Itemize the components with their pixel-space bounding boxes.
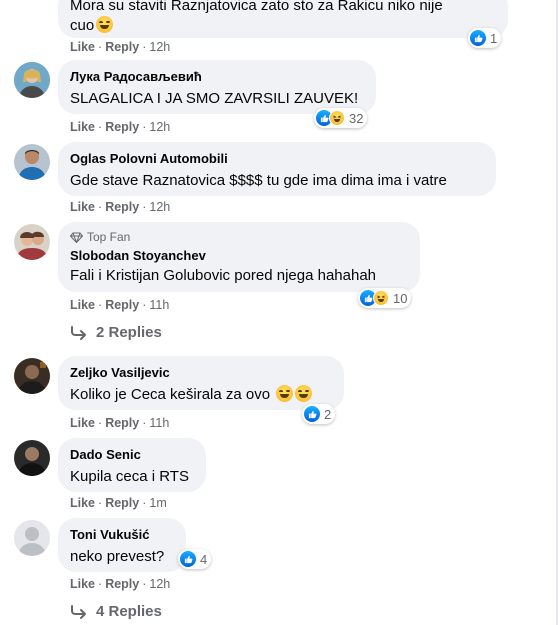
avatar[interactable] — [14, 520, 50, 556]
comment-text: Gde stave Raznatovica $$$$ tu gde ima di… — [70, 172, 447, 189]
comment-bubble: Mora su staviti Raznjatovica zato sto za… — [58, 0, 508, 38]
reply-arrow-icon — [71, 325, 86, 340]
avatar[interactable] — [14, 358, 50, 394]
comment-text: Mora su staviti Raznjatovica zato sto za… — [70, 0, 443, 14]
comment-author[interactable]: Toni Vukušić — [70, 526, 174, 543]
like-reaction-icon — [180, 551, 196, 567]
comment-author[interactable]: Oglas Polovni Automobili — [70, 150, 484, 167]
like-reaction-icon — [470, 30, 486, 46]
view-replies-link[interactable]: 4 Replies — [70, 603, 162, 620]
avatar[interactable] — [14, 224, 50, 260]
top-fan-badge[interactable]: Top Fan — [70, 230, 408, 245]
like-reaction-icon — [304, 406, 320, 422]
comment-text: SLAGALICA I JA SMO ZAVRSILI ZAUVEK! — [70, 90, 359, 107]
view-replies-link[interactable]: 2 Replies — [70, 324, 162, 341]
comment-actions: Like · Reply · 11h — [70, 298, 170, 312]
timestamp[interactable]: 12h — [149, 577, 170, 591]
like-button[interactable]: Like — [70, 200, 95, 214]
reply-button[interactable]: Reply — [105, 298, 139, 312]
comment-bubble: Toni Vukušić neko prevest? — [58, 518, 186, 572]
like-button[interactable]: Like — [70, 496, 95, 510]
reaction-count: 4 — [200, 551, 208, 567]
comment-bubble: Top Fan Slobodan Stoyanchev Fali i Krist… — [58, 222, 420, 292]
reaction-summary[interactable]: 1 — [468, 28, 502, 48]
timestamp[interactable]: 12h — [149, 40, 170, 54]
reaction-count: 10 — [393, 290, 408, 306]
reply-button[interactable]: Reply — [105, 496, 139, 510]
comment-actions: Like · Reply · 12h — [70, 120, 171, 134]
reaction-summary[interactable]: 4 — [178, 549, 212, 569]
comment-text: cuo — [70, 16, 496, 36]
diamond-icon — [70, 232, 83, 243]
comment-text: Kupila ceca i RTS — [70, 468, 189, 485]
timestamp[interactable]: 11h — [149, 298, 169, 312]
comment-text: neko prevest? — [70, 548, 165, 565]
like-button[interactable]: Like — [70, 120, 95, 134]
like-button[interactable]: Like — [70, 577, 95, 591]
haha-reaction-icon — [373, 290, 389, 306]
avatar[interactable] — [14, 440, 50, 476]
haha-reaction-icon — [329, 110, 345, 126]
grinning-squint-emoji — [96, 16, 114, 33]
avatar[interactable] — [14, 62, 50, 98]
reaction-summary[interactable]: 32 — [314, 108, 368, 128]
timestamp[interactable]: 12h — [149, 120, 170, 134]
comment-text: Fali i Kristijan Golubovic pored njega h… — [70, 267, 377, 284]
timestamp[interactable]: 11h — [149, 416, 169, 430]
reply-button[interactable]: Reply — [105, 40, 139, 54]
reply-button[interactable]: Reply — [105, 120, 139, 134]
comment-actions: Like · Reply · 12h — [70, 577, 171, 591]
like-button[interactable]: Like — [70, 298, 95, 312]
reply-button[interactable]: Reply — [105, 200, 139, 214]
comment-bubble: Oglas Polovni Automobili Gde stave Razna… — [58, 142, 496, 196]
reaction-summary[interactable]: 10 — [358, 288, 412, 308]
comment-text: Koliko je Ceca keširala za ovo — [70, 385, 332, 405]
comment-actions: Like · Reply · 1m — [70, 496, 167, 510]
comment-bubble: Лука Радосављевић SLAGALICA I JA SMO ZAV… — [58, 60, 376, 114]
reaction-summary[interactable]: 2 — [302, 404, 336, 424]
grinning-squint-emoji — [295, 385, 313, 402]
comment-actions: Like · Reply · 12h — [70, 200, 171, 214]
reaction-count: 2 — [324, 406, 332, 422]
grinning-squint-emoji — [276, 385, 294, 402]
reply-button[interactable]: Reply — [105, 416, 139, 430]
reply-arrow-icon — [71, 604, 86, 619]
like-button[interactable]: Like — [70, 40, 95, 54]
avatar[interactable] — [14, 144, 50, 180]
comment-author[interactable]: Лука Радосављевић — [70, 68, 364, 85]
timestamp[interactable]: 1m — [149, 496, 166, 510]
comment-actions: Like · Reply · 11h — [70, 416, 170, 430]
comment-bubble: Dado Senic Kupila ceca i RTS — [58, 438, 206, 492]
reaction-count: 32 — [349, 110, 364, 126]
comment-author[interactable]: Zeljko Vasiljevic — [70, 364, 332, 381]
comment-actions: Like · Reply · 12h — [70, 40, 171, 54]
comment-author[interactable]: Slobodan Stoyanchev — [70, 247, 408, 264]
like-button[interactable]: Like — [70, 416, 95, 430]
reaction-count: 1 — [490, 30, 498, 46]
comment-author[interactable]: Dado Senic — [70, 446, 194, 463]
reply-button[interactable]: Reply — [105, 577, 139, 591]
timestamp[interactable]: 12h — [149, 200, 170, 214]
comment-bubble: Zeljko Vasiljevic Koliko je Ceca keširal… — [58, 356, 344, 410]
